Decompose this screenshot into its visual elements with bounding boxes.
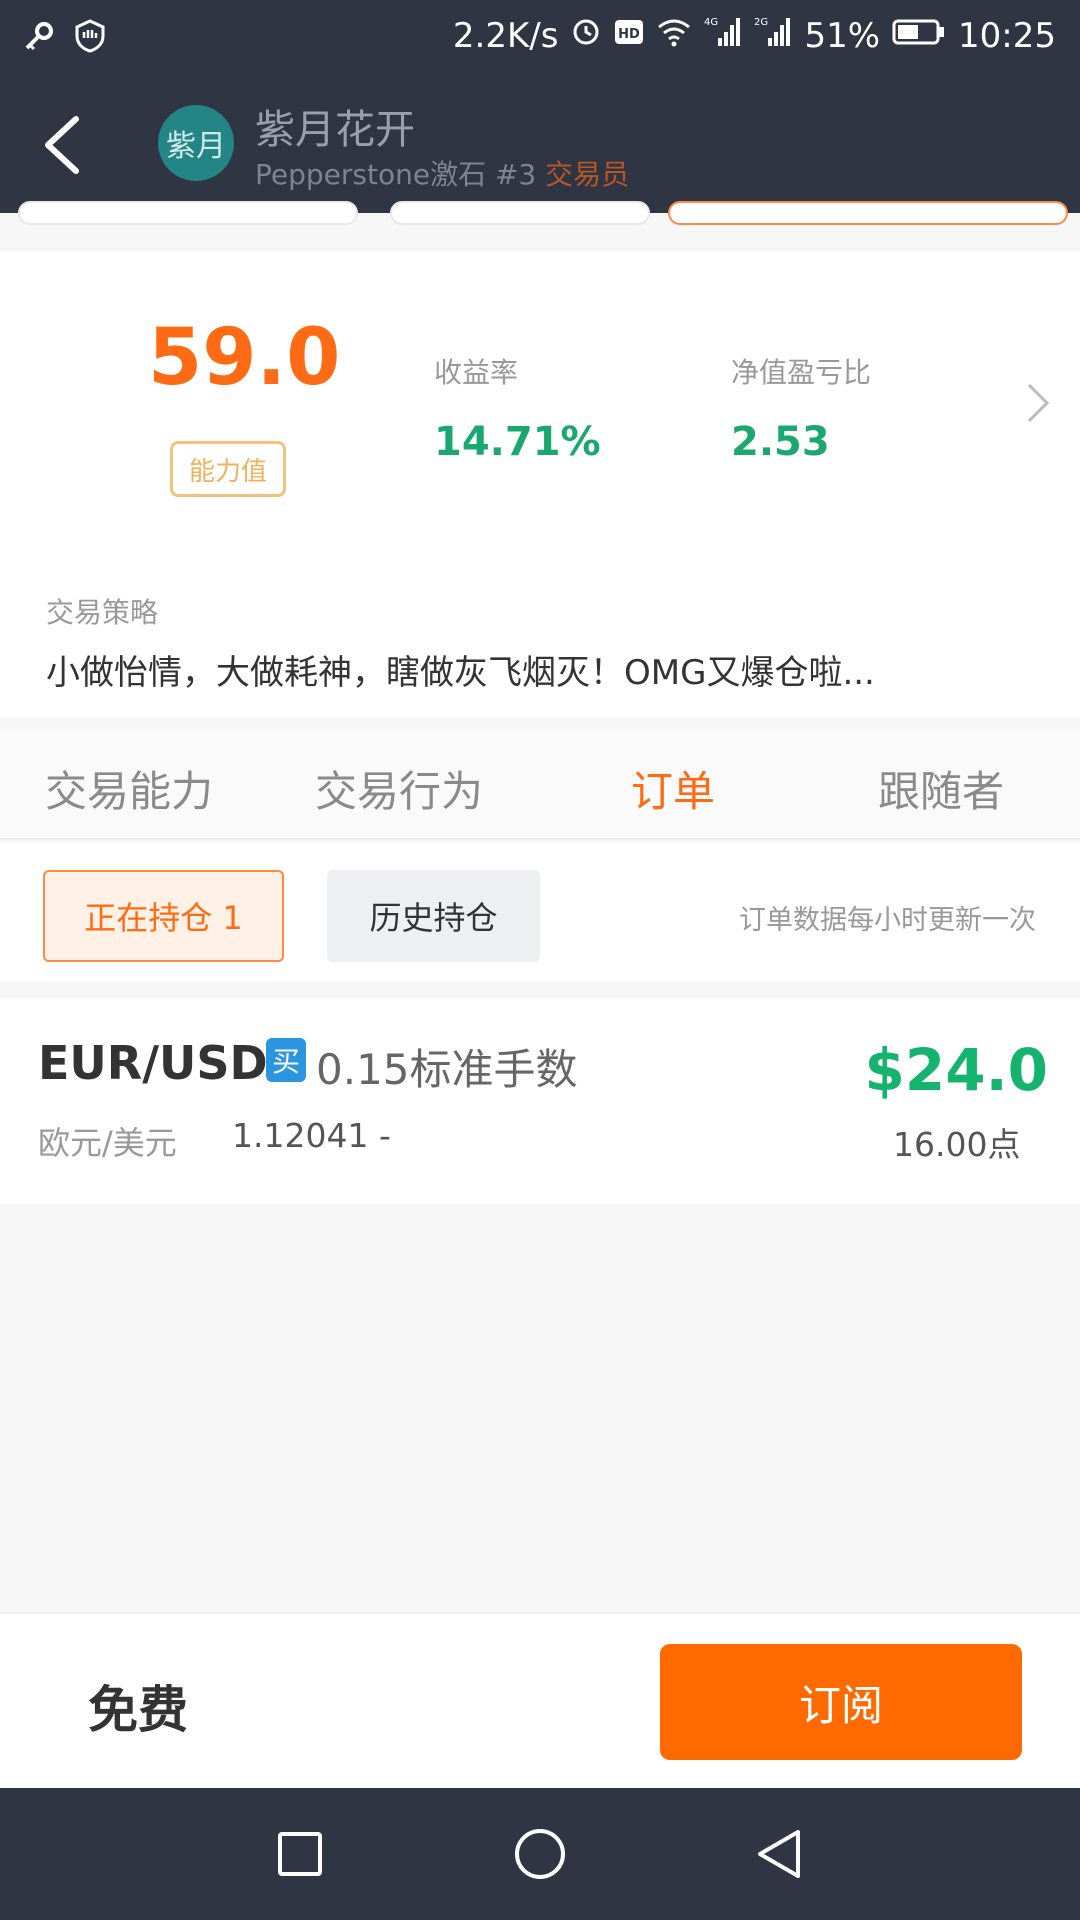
- 4g-signal-icon: 4G: [704, 14, 742, 57]
- lot-size: 0.15标准手数: [316, 1045, 578, 1094]
- avatar[interactable]: 紫月: [158, 105, 234, 181]
- recent-apps-icon[interactable]: [272, 1826, 328, 1882]
- history-positions-button[interactable]: 历史持仓: [327, 870, 540, 962]
- open-price: 1.12041 -: [232, 1116, 391, 1155]
- ratio-value: 2.53: [731, 419, 830, 465]
- strategy-title: 交易策略: [46, 596, 159, 629]
- svg-text:HD: HD: [619, 27, 641, 42]
- subscribe-button[interactable]: 订阅: [660, 1644, 1022, 1760]
- card-top-strip: [0, 201, 1080, 251]
- alarm-icon: [570, 15, 602, 56]
- top-bar: 2.2K/s HD 4G 2G 51% 10:25 紫月 紫月花开 Pepper…: [0, 0, 1080, 213]
- trader-name: 紫月花开: [255, 107, 415, 153]
- role-label: 交易员: [545, 158, 630, 191]
- wifi-icon: [656, 16, 692, 56]
- network-speed: 2.2K/s: [452, 15, 559, 56]
- open-positions-button[interactable]: 正在持仓 1: [43, 870, 284, 962]
- ratio-label: 净值盈亏比: [731, 356, 872, 389]
- section-tabs: 交易能力 交易行为 订单 跟随者: [0, 730, 1080, 840]
- profit-points: 16.00点: [893, 1125, 1021, 1164]
- tab-orders[interactable]: 订单: [631, 758, 715, 819]
- battery-percent: 51%: [804, 15, 881, 56]
- svg-text:4G: 4G: [704, 17, 718, 28]
- header: 紫月 紫月花开 Pepperstone激石 #3 交易员: [0, 75, 1080, 213]
- tab-ability[interactable]: 交易能力: [45, 758, 213, 819]
- broker-label: Pepperstone激石 #3: [255, 158, 537, 191]
- tab-pill: [390, 201, 650, 225]
- svg-text:2G: 2G: [754, 17, 768, 28]
- profit-value: $24.0: [864, 1036, 1048, 1104]
- clock: 10:25: [958, 15, 1056, 56]
- back-arrow-icon[interactable]: [40, 113, 84, 177]
- currency-pair: EUR/USD: [38, 1036, 268, 1090]
- key-icon: [22, 19, 56, 57]
- update-note: 订单数据每小时更新一次: [739, 905, 1036, 936]
- home-icon[interactable]: [512, 1826, 568, 1882]
- 2g-signal-icon: 2G: [754, 14, 792, 57]
- tab-behavior[interactable]: 交易行为: [315, 758, 483, 819]
- strategy-text: 小做怡情，大做耗神，瞎做灰飞烟灭！OMG又爆仓啦...: [46, 653, 875, 693]
- order-row[interactable]: EUR/USD 买 0.15标准手数 欧元/美元 1.12041 - $24.0…: [0, 998, 1080, 1204]
- battery-icon: [892, 16, 946, 56]
- currency-pair-cn: 欧元/美元: [38, 1124, 177, 1162]
- return-value: 14.71%: [434, 419, 601, 465]
- hd-icon: HD: [614, 16, 644, 56]
- tab-pill-active: [668, 201, 1068, 225]
- stats-card[interactable]: 59.0 能力值 收益率 14.71% 净值盈亏比 2.53 交易策略 小做怡情…: [0, 201, 1080, 718]
- back-triangle-icon[interactable]: [752, 1826, 808, 1882]
- buy-badge: 买: [266, 1038, 306, 1082]
- tab-pill: [18, 201, 358, 225]
- return-label: 收益率: [434, 356, 519, 389]
- order-filter: 正在持仓 1 历史持仓 订单数据每小时更新一次: [0, 842, 1080, 982]
- trader-subtitle: Pepperstone激石 #3 交易员: [255, 153, 629, 193]
- status-bar: 2.2K/s HD 4G 2G 51% 10:25: [0, 0, 1080, 75]
- subscribe-bar: 免费 订阅: [0, 1612, 1080, 1788]
- price-label: 免费: [88, 1681, 188, 1739]
- shield-icon: [72, 18, 108, 58]
- ability-score: 59.0: [148, 313, 341, 403]
- system-nav-bar: [0, 1788, 1080, 1920]
- tab-followers[interactable]: 跟随者: [878, 758, 1004, 819]
- ability-label: 能力值: [170, 441, 286, 497]
- chevron-right-icon[interactable]: [1025, 381, 1051, 425]
